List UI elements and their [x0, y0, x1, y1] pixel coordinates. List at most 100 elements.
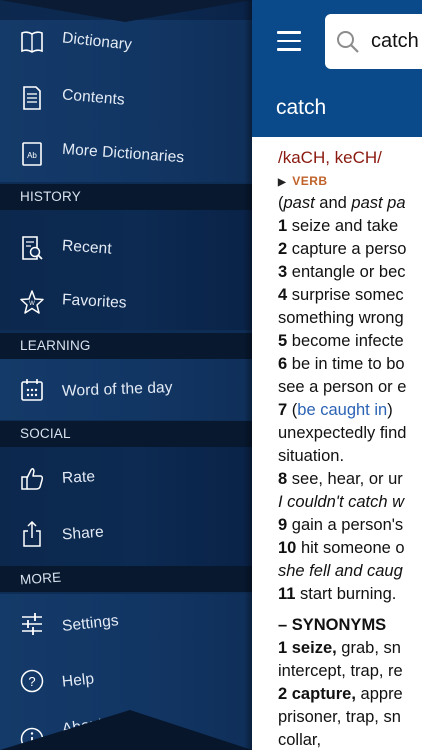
sidebar-item-contents[interactable]: Contents — [0, 72, 252, 124]
sense-number: 8 — [278, 470, 288, 488]
sense-number: 6 — [278, 355, 288, 373]
definition-line: 11 start burning. — [278, 583, 422, 606]
recent-search-icon — [22, 236, 43, 260]
search-value: catch — [371, 30, 419, 52]
sense-number: 3 — [278, 263, 288, 281]
definition-text: seize and take — [287, 217, 399, 235]
definition-line: 10 hit someone o — [278, 537, 422, 560]
definition-line: 7 (be caught in) — [278, 399, 422, 422]
definition-line: 1 seize and take — [278, 215, 422, 238]
sidebar-item-settings[interactable]: Settings — [0, 598, 252, 650]
sidebar-item-label: Recent — [61, 237, 113, 258]
phrase-link[interactable]: be caught in — [297, 401, 387, 419]
section-header-history: HISTORY — [0, 184, 252, 210]
definition-text: start burning. — [295, 585, 397, 603]
definition-text: past pa — [351, 194, 406, 212]
definition-line: something wrong — [278, 307, 422, 330]
document-icon — [23, 86, 41, 110]
part-of-speech: ▶ VERB — [278, 174, 328, 188]
pronunciation: /kaCH, keCH/ — [278, 148, 382, 167]
sidebar-item-label: Help — [61, 670, 96, 691]
svg-text:W: W — [29, 301, 35, 307]
sense-number: 7 — [278, 401, 288, 419]
sidebar-item-share[interactable]: Share — [0, 508, 252, 560]
definition-text: and — [314, 194, 352, 212]
sidebar-item-help[interactable]: ? Help — [0, 655, 252, 707]
definition-text: grab, sn — [336, 639, 401, 657]
sense-number: 11 — [278, 585, 296, 603]
page-title: catch — [276, 96, 327, 119]
definition-line: 6 be in time to bo — [278, 353, 422, 376]
definition-line: 5 become infecte — [278, 330, 422, 353]
definition-text: appre — [355, 685, 403, 703]
definition-text: she fell and caug — [278, 562, 403, 580]
thumbs-up-icon — [21, 467, 44, 490]
definition-line: see a person or e — [278, 376, 422, 399]
sidebar-item-favorites[interactable]: W Favorites — [0, 276, 252, 328]
sense-number: 4 — [278, 286, 288, 304]
definition-text: be in time to bo — [287, 355, 405, 373]
search-input[interactable]: catch — [325, 14, 422, 69]
expand-triangle-icon[interactable]: ▶ — [278, 177, 286, 188]
star-icon: W — [20, 290, 44, 314]
dictionary-ab-icon: Ab — [22, 142, 42, 166]
sidebar-item-label: Rate — [61, 468, 96, 487]
sidebar-item-more-dictionaries[interactable]: Ab More Dictionaries — [0, 128, 252, 180]
definition-text: see a person or e — [278, 378, 407, 396]
definition-text: become infecte — [287, 332, 404, 350]
sidebar-item-label: Favorites — [61, 291, 128, 312]
title-bar: catch — [252, 82, 422, 137]
fold-shadow — [244, 0, 252, 750]
definition-text: gain a person's — [287, 516, 404, 534]
sense-number: 10 — [278, 539, 297, 557]
synonym-line: collar, — [278, 729, 422, 750]
dictionary-entry: /kaCH, keCH/ ▶ VERB (past and past pa 1 se… — [278, 146, 422, 750]
section-header-more: MORE — [0, 566, 252, 592]
calendar-icon — [21, 379, 43, 401]
definition-text: prisoner, trap, sn — [278, 708, 401, 726]
share-icon — [23, 521, 41, 547]
synonym-line: 2 capture, appre — [278, 683, 422, 706]
definition-line: 3 entangle or bec — [278, 261, 422, 284]
definition-text: ( — [287, 401, 298, 419]
top-bar: catch — [252, 0, 422, 82]
section-header-learning: LEARNING — [0, 333, 252, 359]
definition-line: 9 gain a person's — [278, 514, 422, 537]
sidebar-item-label: Settings — [61, 612, 120, 635]
menu-icon[interactable] — [277, 31, 301, 51]
sense-number: 2 — [278, 240, 288, 258]
sidebar-item-label: Word of the day — [61, 379, 173, 400]
definition-text: ) — [387, 401, 393, 419]
definition-text: capture a perso — [287, 240, 407, 258]
definition-line: I couldn't catch w — [278, 491, 422, 514]
definition-list: (past and past pa 1 seize and take 2 captu… — [278, 192, 422, 606]
help-icon: ? — [20, 669, 44, 693]
sense-number: 1 seize, — [278, 639, 337, 657]
sidebar-item-rate[interactable]: Rate — [0, 452, 252, 504]
fold-edge — [0, 710, 252, 750]
section-header-social: SOCIAL — [0, 421, 252, 447]
definition-text: something wrong — [278, 309, 404, 327]
sense-number: 9 — [278, 516, 288, 534]
sidebar-item-label: Contents — [61, 86, 126, 109]
definition-line: 8 see, hear, or ur — [278, 468, 422, 491]
sidebar-item-recent[interactable]: Recent — [0, 222, 252, 274]
sense-number: 5 — [278, 332, 288, 350]
sidebar-menu: Dictionary Contents Ab More Dictionaries… — [0, 0, 252, 750]
synonym-list: 1 seize, grab, sn intercept, trap, re 2 ca… — [278, 637, 422, 750]
definition-line: unexpectedly find — [278, 422, 422, 445]
definition-line: she fell and caug — [278, 560, 422, 583]
sidebar-item-word-of-the-day[interactable]: Word of the day — [0, 364, 252, 416]
sidebar-item-dictionary[interactable]: Dictionary — [0, 16, 252, 68]
sidebar-item-label: More Dictionaries — [61, 140, 185, 167]
synonyms-header: – SYNONYMS — [278, 616, 387, 634]
definition-line: 4 surprise somec — [278, 284, 422, 307]
definition-text: I couldn't catch w — [278, 493, 405, 511]
synonym-line: intercept, trap, re — [278, 660, 422, 683]
definition-text: unexpectedly find — [278, 424, 407, 442]
sliders-icon — [22, 613, 42, 635]
svg-text:?: ? — [28, 674, 35, 689]
synonym-line: prisoner, trap, sn — [278, 706, 422, 729]
definition-text: hit someone o — [296, 539, 405, 557]
definition-line: situation. — [278, 445, 422, 468]
